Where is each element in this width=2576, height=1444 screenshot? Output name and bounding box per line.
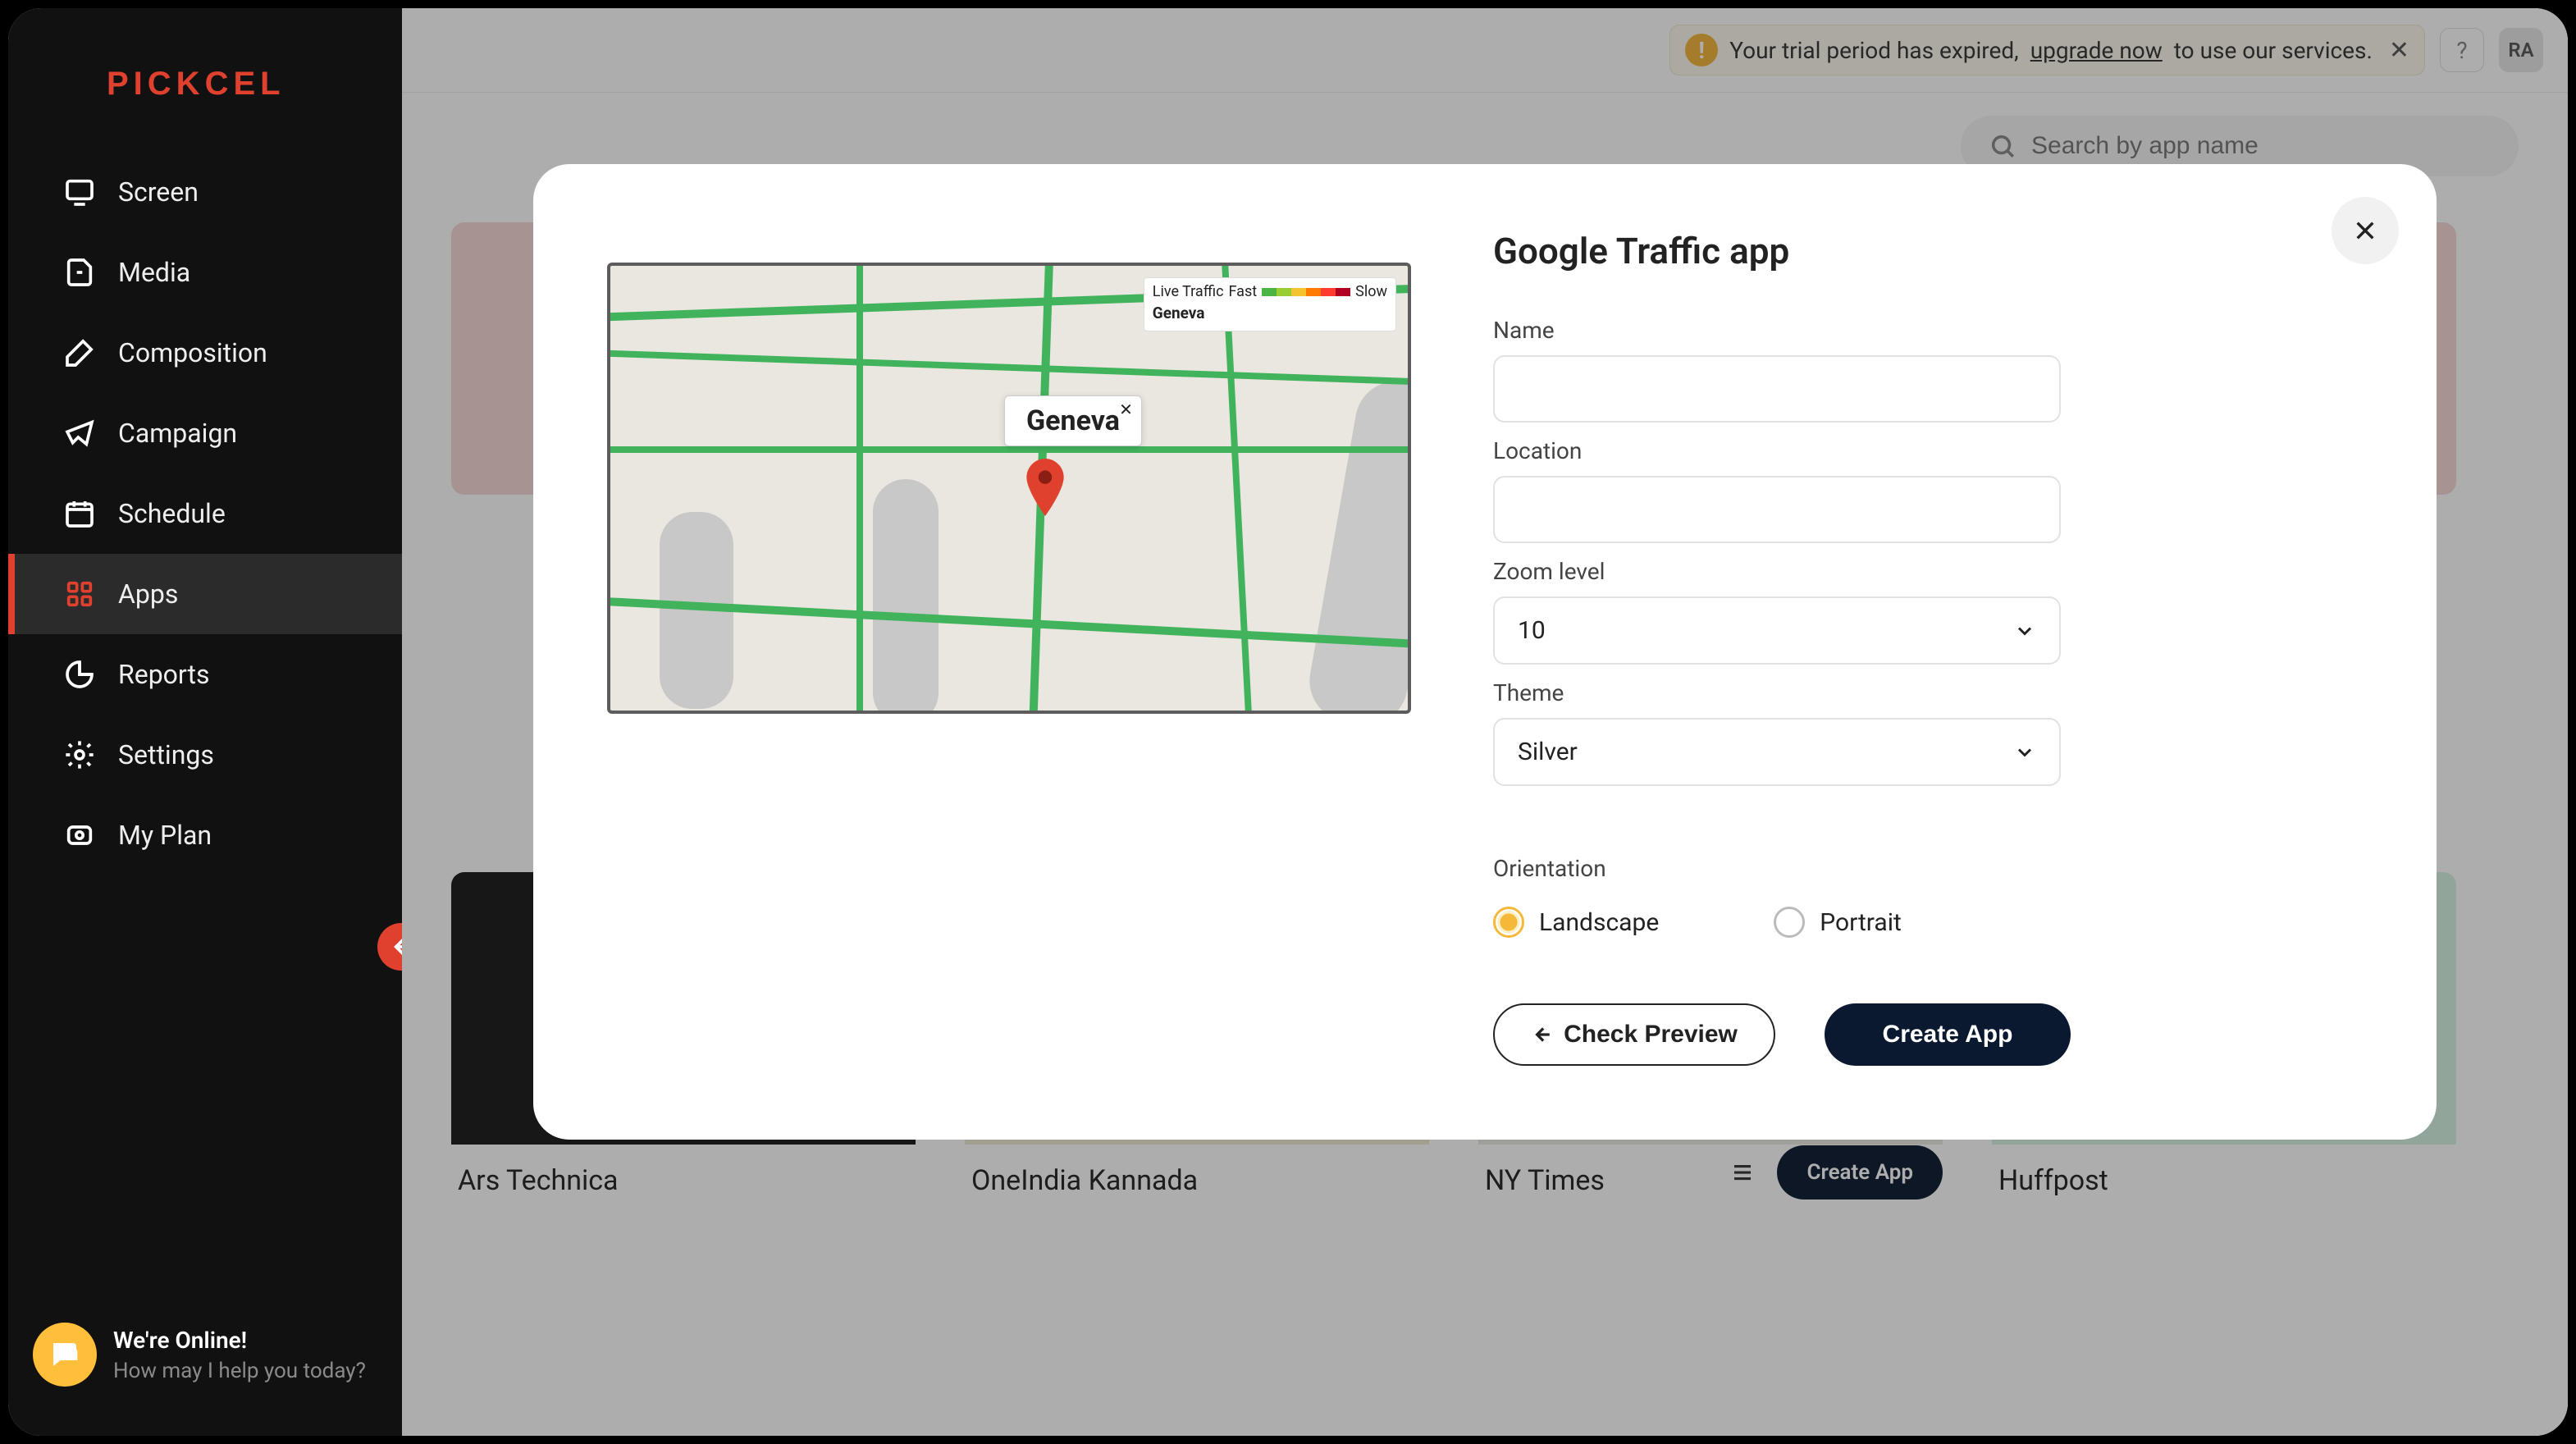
modal-title: Google Traffic app bbox=[1493, 230, 2363, 272]
close-icon[interactable]: ✕ bbox=[1119, 400, 1133, 419]
sidebar-item-media[interactable]: Media bbox=[8, 232, 402, 313]
modal-overlay[interactable]: Geneva ✕ Live Traffic Fast Slow bbox=[402, 8, 2568, 1436]
sidebar-item-label: Media bbox=[118, 257, 190, 288]
sidebar-item-label: Campaign bbox=[118, 418, 237, 449]
chat-widget[interactable]: We're Online! How may I help you today? bbox=[33, 1323, 366, 1387]
location-input[interactable] bbox=[1493, 476, 2061, 543]
legend-fast: Fast bbox=[1229, 283, 1258, 300]
sidebar: PICKCEL Screen Media Composition Campaig… bbox=[8, 8, 402, 1436]
create-app-button[interactable]: Create App bbox=[1825, 1003, 2071, 1066]
sidebar-item-reports[interactable]: Reports bbox=[8, 634, 402, 715]
main-area: ! Your trial period has expired, upgrade… bbox=[402, 8, 2568, 1436]
sidebar-item-settings[interactable]: Settings bbox=[8, 715, 402, 795]
label-location: Location bbox=[1493, 437, 2363, 464]
google-traffic-modal: Geneva ✕ Live Traffic Fast Slow bbox=[533, 164, 2437, 1140]
gear-icon bbox=[62, 738, 97, 772]
modal-preview: Geneva ✕ Live Traffic Fast Slow bbox=[607, 230, 1411, 1066]
map-city-label: Geneva ✕ bbox=[1004, 395, 1142, 446]
zoom-select[interactable]: 10 bbox=[1493, 596, 2061, 665]
label-name: Name bbox=[1493, 317, 2363, 344]
brand-logo: PICKCEL bbox=[8, 8, 402, 152]
zoom-value: 10 bbox=[1518, 616, 1546, 645]
chevron-down-icon bbox=[2013, 619, 2036, 642]
theme-value: Silver bbox=[1518, 738, 1578, 766]
media-icon bbox=[62, 255, 97, 290]
legend-gradient-icon bbox=[1262, 288, 1350, 296]
calendar-icon bbox=[62, 496, 97, 531]
label-orientation: Orientation bbox=[1493, 855, 2363, 882]
chat-icon bbox=[33, 1323, 97, 1387]
map-legend: Live Traffic Fast Slow Geneva bbox=[1144, 277, 1396, 331]
orientation-group: Landscape Portrait bbox=[1493, 907, 2363, 938]
button-label: Check Preview bbox=[1564, 1021, 1738, 1049]
radio-label: Portrait bbox=[1820, 908, 1902, 937]
sidebar-item-label: My Plan bbox=[118, 820, 212, 851]
button-label: Create App bbox=[1883, 1021, 2013, 1049]
screen-icon bbox=[62, 175, 97, 209]
campaign-icon bbox=[62, 416, 97, 450]
name-input[interactable] bbox=[1493, 355, 2061, 423]
sidebar-item-campaign[interactable]: Campaign bbox=[8, 393, 402, 473]
map-city-text: Geneva bbox=[1026, 404, 1120, 437]
radio-icon bbox=[1774, 907, 1805, 938]
sidebar-nav: Screen Media Composition Campaign Schedu… bbox=[8, 152, 402, 875]
theme-select[interactable]: Silver bbox=[1493, 718, 2061, 786]
legend-prefix: Live Traffic bbox=[1153, 283, 1224, 300]
device-frame: PICKCEL Screen Media Composition Campaig… bbox=[8, 8, 2568, 1436]
chat-line2: How may I help you today? bbox=[113, 1359, 366, 1383]
label-zoom: Zoom level bbox=[1493, 558, 2363, 585]
sidebar-item-composition[interactable]: Composition bbox=[8, 313, 402, 393]
composition-icon bbox=[62, 336, 97, 370]
check-preview-button[interactable]: Check Preview bbox=[1493, 1003, 1775, 1066]
sidebar-item-label: Screen bbox=[118, 176, 199, 208]
legend-slow: Slow bbox=[1355, 283, 1387, 300]
sidebar-item-apps[interactable]: Apps bbox=[8, 554, 402, 634]
legend-city: Geneva bbox=[1153, 304, 1387, 322]
sidebar-item-label: Reports bbox=[118, 659, 210, 690]
arrow-left-icon bbox=[1531, 1024, 1552, 1045]
modal-actions: Check Preview Create App bbox=[1493, 1003, 2363, 1066]
sidebar-item-label: Schedule bbox=[118, 498, 226, 529]
radio-label: Landscape bbox=[1539, 908, 1659, 937]
chat-line1: We're Online! bbox=[113, 1327, 366, 1354]
plan-icon bbox=[62, 818, 97, 852]
apps-icon bbox=[62, 577, 97, 611]
sidebar-item-my-plan[interactable]: My Plan bbox=[8, 795, 402, 875]
radio-landscape[interactable]: Landscape bbox=[1493, 907, 1659, 938]
sidebar-item-label: Apps bbox=[118, 578, 178, 610]
modal-form: Google Traffic app Name Location Zoom le… bbox=[1493, 230, 2363, 1066]
chat-text: We're Online! How may I help you today? bbox=[113, 1327, 366, 1383]
map-pin-icon bbox=[1025, 459, 1066, 516]
sidebar-item-label: Composition bbox=[118, 337, 267, 368]
map-preview: Geneva ✕ Live Traffic Fast Slow bbox=[607, 263, 1411, 714]
radio-portrait[interactable]: Portrait bbox=[1774, 907, 1902, 938]
sidebar-item-label: Settings bbox=[118, 739, 214, 770]
reports-icon bbox=[62, 657, 97, 692]
sidebar-item-schedule[interactable]: Schedule bbox=[8, 473, 402, 554]
chevron-down-icon bbox=[2013, 741, 2036, 764]
radio-icon bbox=[1493, 907, 1524, 938]
label-theme: Theme bbox=[1493, 679, 2363, 706]
sidebar-item-screen[interactable]: Screen bbox=[8, 152, 402, 232]
